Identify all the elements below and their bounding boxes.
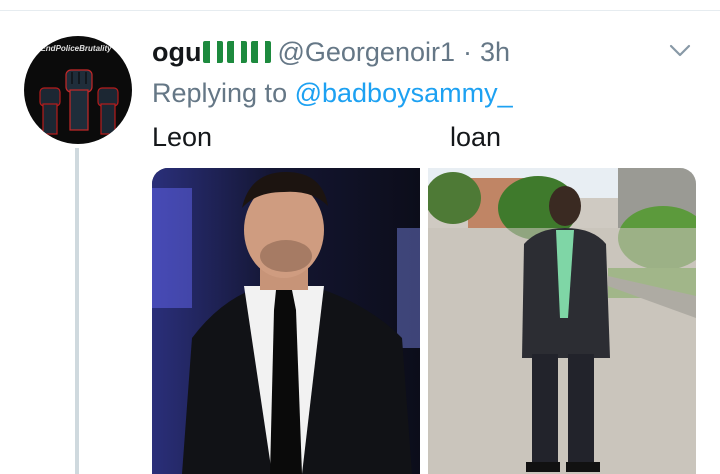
- chevron-down-icon[interactable]: [668, 38, 692, 62]
- timestamp[interactable]: 3h: [480, 37, 510, 68]
- tweet-header: ogu @Georgenoir1 · 3h: [152, 34, 510, 70]
- thread-line: [75, 148, 79, 474]
- user-handle[interactable]: @Georgenoir1: [277, 37, 455, 68]
- reply-user-link[interactable]: @badboysammy_: [295, 78, 513, 108]
- nigeria-flag-icon: [227, 41, 248, 63]
- flag-emojis: [203, 41, 272, 63]
- nigeria-flag-icon: [203, 41, 224, 63]
- raised-fists-icon: [39, 69, 119, 135]
- man-in-suit-photo: [152, 168, 420, 474]
- photo-left[interactable]: [152, 168, 420, 474]
- photo-right[interactable]: [428, 168, 696, 474]
- reply-prefix: Replying to: [152, 78, 295, 108]
- young-man-outdoors-photo: [428, 168, 696, 474]
- display-name[interactable]: ogu: [152, 37, 201, 68]
- caption-right: loan: [450, 122, 502, 152]
- caption-left: Leon: [152, 122, 213, 152]
- divider: [0, 10, 720, 11]
- tweet[interactable]: #EndPoliceBrutality ogu @Georgenoir1 · 3…: [0, 0, 720, 474]
- nigeria-flag-icon: [251, 41, 272, 63]
- separator: ·: [463, 36, 472, 67]
- avatar[interactable]: #EndPoliceBrutality: [24, 36, 132, 144]
- reply-context: Replying to @badboysammy_: [152, 78, 513, 109]
